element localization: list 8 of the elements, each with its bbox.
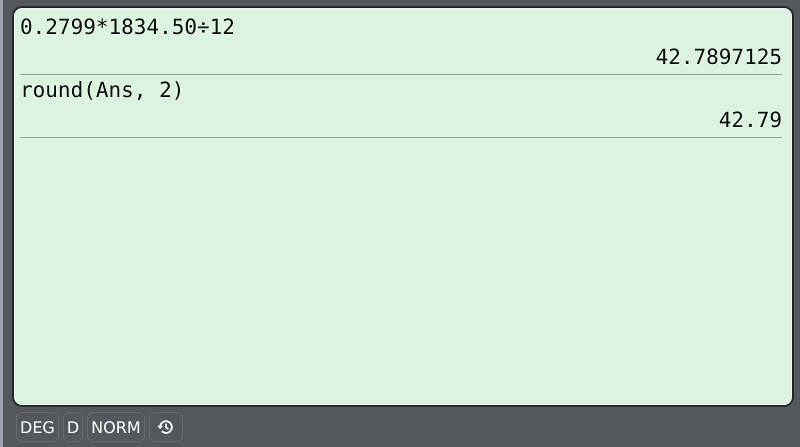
- result-text: 42.79: [718, 107, 782, 134]
- mode-button[interactable]: D: [62, 412, 84, 442]
- expression-text: round(Ans, 2): [20, 77, 186, 104]
- result-text: 42.7897125: [654, 44, 782, 71]
- mode-button[interactable]: DEG: [16, 412, 59, 442]
- history-button[interactable]: [148, 412, 183, 442]
- mode-button[interactable]: NORM: [87, 412, 145, 442]
- expression-text: 0.2799*1834.50÷12: [20, 14, 236, 41]
